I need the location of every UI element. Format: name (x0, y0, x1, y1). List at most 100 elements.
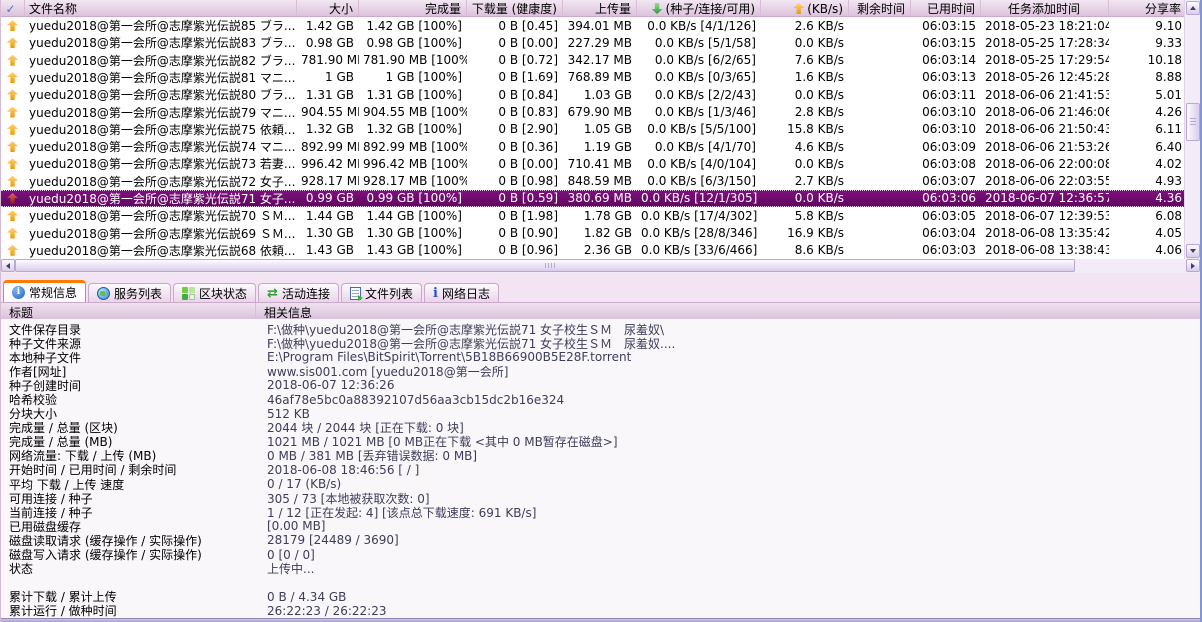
cell-downloaded: 0 B [0.96] (498, 243, 558, 258)
cell-uploaded: 394.01 MB (567, 18, 632, 33)
detail-value: 28179 [24489 / 3690] (267, 533, 399, 548)
cell-upspeed: 8.6 KB/s (794, 243, 844, 258)
task-row[interactable]: yuedu2018@第一会所@志摩紫光伝説73 若妻... 996.42 MB 99… (1, 155, 1187, 173)
column-header-upspeed[interactable]: (KB/s) (761, 0, 849, 16)
cell-added: 2018-05-25 17:28:34 (985, 35, 1109, 50)
cell-seeds: 0.0 KB/s [0/3/65] (654, 70, 756, 85)
cell-downloaded: 0 B [1.98] (498, 208, 558, 223)
scroll-right-button[interactable] (1186, 259, 1200, 272)
tab-文件列表[interactable]: 文件列表 (340, 283, 422, 302)
column-header-label: 剩余时间 (856, 2, 905, 16)
column-header-uploaded[interactable]: 上传量 (563, 0, 637, 16)
cell-name: yuedu2018@第一会所@志摩紫光伝説72 女子... (29, 174, 296, 189)
cell-done: 1.42 GB [100%] (366, 18, 462, 33)
seeding-arrow-icon (7, 54, 18, 66)
tab-活动连接[interactable]: ⇄ 活动连接 (258, 283, 339, 302)
task-table-body: yuedu2018@第一会所@志摩紫光伝説85 ブラ... 1.42 GB 1.42… (1, 17, 1187, 259)
cell-upspeed: 5.8 KB/s (794, 208, 844, 223)
cell-seeds: 0.0 KB/s [33/6/466] (641, 243, 758, 258)
column-header-done[interactable]: 完成量 (359, 0, 467, 16)
cell-ratio: 9.10 (1155, 18, 1182, 33)
cell-icon (1, 123, 25, 135)
task-row[interactable]: yuedu2018@第一会所@志摩紫光伝説81 マニ... 1 GB 1 GB [1… (1, 68, 1187, 87)
cell-upspeed: 1.6 KB/s (794, 70, 844, 85)
column-header-elapsed[interactable]: 已用时间 (911, 0, 981, 16)
cell-done: 0.99 GB [100%] (366, 191, 462, 206)
task-row[interactable]: yuedu2018@第一会所@志摩紫光伝説68 依頼... 1.43 GB 1.43… (1, 241, 1187, 259)
cell-name: yuedu2018@第一会所@志摩紫光伝説73 若妻... (29, 157, 296, 172)
column-header-icon[interactable]: ✓ (1, 0, 25, 16)
cell-added: 2018-06-08 13:35:42 (985, 226, 1109, 241)
scroll-down-button[interactable] (1186, 244, 1200, 258)
cell-elapsed: 06:03:11 (922, 87, 976, 102)
tab-网络日志[interactable]: i 网络日志 (423, 283, 499, 302)
cell-ratio: 4.93 (1155, 174, 1182, 189)
task-row[interactable]: yuedu2018@第一会所@志摩紫光伝説69 ＳＭ... 1.30 GB 1.30… (1, 224, 1187, 242)
tab-区块状态[interactable]: 区块状态 (173, 283, 257, 302)
detail-value: 上传中... (267, 562, 315, 577)
task-row[interactable]: yuedu2018@第一会所@志摩紫光伝説79 マニ... 904.55 MB 90… (1, 103, 1187, 121)
column-header-downloaded[interactable]: 下载量 (健康度) (467, 0, 563, 16)
column-header-label: 分享率 (1144, 2, 1181, 16)
connections-icon: ⇄ (267, 285, 278, 301)
cell-size: 904.55 MB (301, 105, 359, 120)
seeding-arrow-icon (7, 192, 18, 204)
task-row[interactable]: yuedu2018@第一会所@志摩紫光伝説80 ブラ... 1.31 GB 1.31… (1, 86, 1187, 104)
horizontal-scroll-track[interactable] (1075, 259, 1186, 273)
cell-size: 0.98 GB (305, 35, 354, 50)
task-row[interactable]: yuedu2018@第一会所@志摩紫光伝説85 ブラ... 1.42 GB 1.42… (1, 17, 1187, 35)
vertical-scroll-thumb[interactable] (1186, 103, 1200, 141)
cell-size: 1.31 GB (305, 87, 354, 102)
scroll-left-button[interactable] (1, 259, 15, 272)
task-row[interactable]: yuedu2018@第一会所@志摩紫光伝説70 ＳＭ... 1.44 GB 1.44… (1, 207, 1187, 225)
filelist-icon (349, 286, 363, 301)
cell-size: 1.32 GB (305, 122, 354, 137)
scroll-up-button[interactable] (1186, 1, 1200, 15)
column-header-remaining[interactable]: 剩余时间 (849, 0, 911, 16)
cell-seeds: 0.0 KB/s [1/3/46] (654, 105, 756, 120)
cell-upspeed: 2.8 KB/s (794, 105, 844, 120)
detail-value: www.sis001.com [yuedu2018@第一会所] (267, 364, 509, 379)
detail-value: F:\做种\yuedu2018@第一会所@志摩紫光伝説71 女子校生ＳＭ 尿羞奴… (267, 336, 676, 351)
cell-elapsed: 06:03:09 (922, 139, 976, 154)
cell-elapsed: 06:03:07 (922, 174, 976, 189)
tab-label: 活动连接 (281, 286, 330, 301)
tab-常规信息[interactable]: i 常规信息 (3, 280, 87, 302)
tasklist-horizontal-scrollbar[interactable] (1, 259, 1200, 273)
tasklist-vertical-scrollbar[interactable] (1184, 0, 1200, 259)
task-row[interactable]: yuedu2018@第一会所@志摩紫光伝説72 女子... 928.17 MB 92… (1, 172, 1187, 190)
column-header-added[interactable]: 任务添加时间 (981, 0, 1109, 16)
column-header-ratio[interactable]: 分享率 (1109, 0, 1187, 16)
column-header-size[interactable]: 大小 (297, 0, 359, 16)
task-row[interactable]: yuedu2018@第一会所@志摩紫光伝説74 マニ... 892.99 MB 89… (1, 137, 1187, 156)
cell-elapsed: 06:03:10 (922, 122, 976, 137)
horizontal-scroll-thumb[interactable] (15, 259, 1075, 272)
column-header-seeds[interactable]: (种子/连接/可用) (637, 0, 761, 16)
cell-icon (1, 106, 25, 118)
task-row[interactable]: yuedu2018@第一会所@志摩紫光伝説82 ブラ... 781.90 MB 78… (1, 51, 1187, 69)
cell-downloaded: 0 B [1.69] (498, 70, 558, 85)
task-row[interactable]: yuedu2018@第一会所@志摩紫光伝説75 依頼... 1.32 GB 1.32… (1, 120, 1187, 138)
tab-label: 网络日志 (441, 286, 490, 301)
cell-elapsed: 06:03:13 (922, 70, 976, 85)
cell-added: 2018-05-25 17:29:54 (985, 53, 1109, 68)
task-row[interactable]: yuedu2018@第一会所@志摩紫光伝説71 女子... 0.99 GB 0.99… (1, 189, 1187, 208)
column-header-name[interactable]: 文件名称 (25, 0, 297, 16)
window-bottom-edge (1, 618, 1200, 622)
details-header-title: 标题 (1, 303, 256, 320)
cell-added: 2018-06-06 21:50:43 (985, 122, 1109, 137)
tab-服务列表[interactable]: 服务列表 (88, 283, 172, 302)
detail-label: 状态 (9, 562, 34, 577)
panel-divider (1, 273, 1200, 280)
cell-icon (1, 141, 25, 153)
cell-seeds: 0.0 KB/s [5/5/100] (647, 122, 756, 137)
seeding-arrow-icon (7, 158, 18, 170)
cell-name: yuedu2018@第一会所@志摩紫光伝説81 マニ... (29, 70, 296, 85)
task-row[interactable]: yuedu2018@第一会所@志摩紫光伝説83 ブラ... 0.98 GB 0.98… (1, 34, 1187, 52)
cell-elapsed: 06:03:10 (922, 105, 976, 120)
task-table-header: ✓ 文件名称 大小 完成量 下载量 (健康度) 上传量 (种子/连接/可用) (KB/s) 剩余… (1, 0, 1187, 17)
cell-icon (1, 244, 25, 256)
cell-done: 904.55 MB [100%] (363, 105, 467, 120)
detail-value: 2018-06-08 18:46:56 [ / ] (267, 462, 420, 477)
cell-name: yuedu2018@第一会所@志摩紫光伝説83 ブラ... (29, 36, 296, 51)
